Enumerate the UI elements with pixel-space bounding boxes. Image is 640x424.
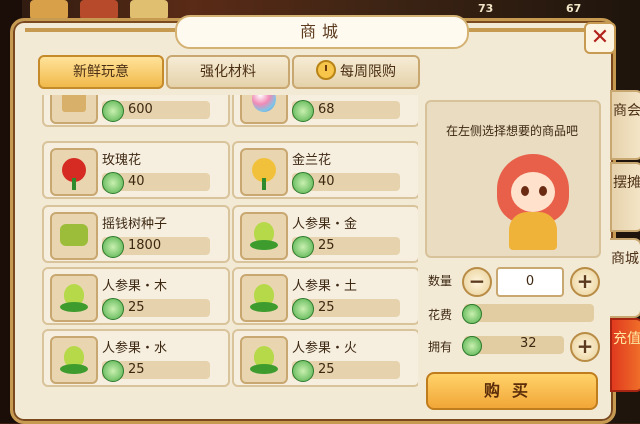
- list-item[interactable]: 玫瑰花 40: [42, 141, 230, 199]
- item-detail-panel: 在左侧选择想要的商品吧: [425, 100, 601, 258]
- quantity-label: 数量: [428, 274, 453, 288]
- background-icon: [30, 0, 68, 20]
- portrait-body: [509, 212, 557, 250]
- coin-icon: [292, 236, 314, 258]
- leaf-icon: [60, 364, 88, 374]
- increase-quantity-button[interactable]: +: [570, 267, 600, 297]
- coin-icon: [462, 304, 482, 324]
- shopkeeper-portrait: [489, 154, 577, 250]
- list-item[interactable]: 金兰花 40: [232, 141, 418, 199]
- item-price: 25: [128, 300, 145, 315]
- item-icon-frame: [50, 95, 98, 124]
- tab-weekly-limited-label: 每周限购: [340, 64, 396, 80]
- tab-weekly-limited[interactable]: 每周限购: [292, 55, 420, 89]
- item-icon-frame: [240, 148, 288, 196]
- tab-fresh-items[interactable]: 新鲜玩意: [38, 55, 164, 89]
- leaf-icon: [250, 302, 278, 312]
- coin-icon: [102, 298, 124, 320]
- list-item[interactable]: 68: [232, 95, 418, 127]
- item-icon-frame: [50, 274, 98, 322]
- flower-stem: [262, 178, 266, 190]
- coin-icon: [292, 298, 314, 320]
- item-icon-frame: [240, 336, 288, 384]
- cost-bar: [464, 304, 594, 322]
- item-list[interactable]: 600 68 玫瑰花 40 金兰花 40 摇钱树种子 1800 人参果・金 25: [40, 95, 418, 415]
- item-icon-frame: [50, 148, 98, 196]
- seed-icon: [60, 224, 88, 246]
- side-tab-guild[interactable]: 商会: [610, 90, 640, 160]
- title-ornament-left: [25, 28, 175, 32]
- leaf-icon: [250, 364, 278, 374]
- background-counter: 67: [566, 2, 582, 15]
- background-icon: [80, 0, 118, 20]
- item-icon-frame: [240, 274, 288, 322]
- buy-button[interactable]: 购买: [426, 372, 598, 410]
- side-tab-stall[interactable]: 摆摊: [610, 162, 640, 232]
- coin-icon: [102, 236, 124, 258]
- item-icon-frame: [50, 336, 98, 384]
- side-tab-shop[interactable]: 商城: [610, 238, 640, 318]
- close-button[interactable]: ✕: [584, 22, 616, 54]
- selection-hint: 在左侧选择想要的商品吧: [445, 124, 578, 138]
- item-price: 25: [318, 362, 335, 377]
- list-item[interactable]: 人参果・木 25: [42, 267, 230, 325]
- coin-icon: [102, 360, 124, 382]
- item-name: 人参果・金: [292, 217, 358, 232]
- item-price: 600: [128, 102, 153, 117]
- item-name: 摇钱树种子: [102, 217, 168, 232]
- item-icon-frame: [240, 95, 288, 124]
- item-name: 玫瑰花: [102, 153, 142, 168]
- list-item[interactable]: 人参果・水 25: [42, 329, 230, 387]
- list-item[interactable]: 摇钱树种子 1800: [42, 205, 230, 263]
- item-name: 人参果・土: [292, 279, 358, 294]
- add-currency-button[interactable]: +: [570, 332, 600, 362]
- window-title: 商城: [175, 15, 469, 49]
- portrait-eye: [521, 186, 529, 196]
- coin-icon: [292, 360, 314, 382]
- background-icon: [130, 0, 168, 20]
- item-price: 25: [318, 300, 335, 315]
- portrait-eye: [539, 186, 547, 196]
- clock-icon: [316, 60, 336, 80]
- list-item[interactable]: 人参果・金 25: [232, 205, 418, 263]
- quantity-input[interactable]: 0: [496, 267, 564, 297]
- gem-fruit-icon: [252, 95, 276, 112]
- background-counter: 73: [478, 2, 494, 15]
- item-price: 68: [318, 102, 335, 117]
- coin-icon: [102, 100, 124, 122]
- item-name: 人参果・水: [102, 341, 168, 356]
- scroll-icon: [62, 95, 86, 112]
- coin-icon: [462, 336, 482, 356]
- leaf-icon: [250, 240, 278, 250]
- rose-stem: [72, 178, 76, 190]
- list-item[interactable]: 人参果・火 25: [232, 329, 418, 387]
- coin-icon: [102, 172, 124, 194]
- item-price: 25: [128, 362, 145, 377]
- coin-icon: [292, 100, 314, 122]
- owned-value: 32: [520, 336, 537, 351]
- decrease-quantity-button[interactable]: −: [462, 267, 492, 297]
- leaf-icon: [60, 302, 88, 312]
- list-item[interactable]: 600: [42, 95, 230, 127]
- item-icon-frame: [50, 212, 98, 260]
- cost-label: 花费: [428, 308, 453, 322]
- tab-upgrade-materials[interactable]: 强化材料: [166, 55, 290, 89]
- item-price: 40: [128, 174, 145, 189]
- item-name: 人参果・木: [102, 279, 168, 294]
- item-name: 金兰花: [292, 153, 332, 168]
- item-price: 1800: [128, 238, 162, 253]
- item-price: 25: [318, 238, 335, 253]
- item-price: 40: [318, 174, 335, 189]
- item-name: 人参果・火: [292, 341, 358, 356]
- coin-icon: [292, 172, 314, 194]
- list-item[interactable]: 人参果・土 25: [232, 267, 418, 325]
- owned-label: 拥有: [428, 340, 453, 354]
- portrait-face: [511, 172, 555, 212]
- side-tab-recharge[interactable]: 充值: [610, 318, 640, 392]
- item-icon-frame: [240, 212, 288, 260]
